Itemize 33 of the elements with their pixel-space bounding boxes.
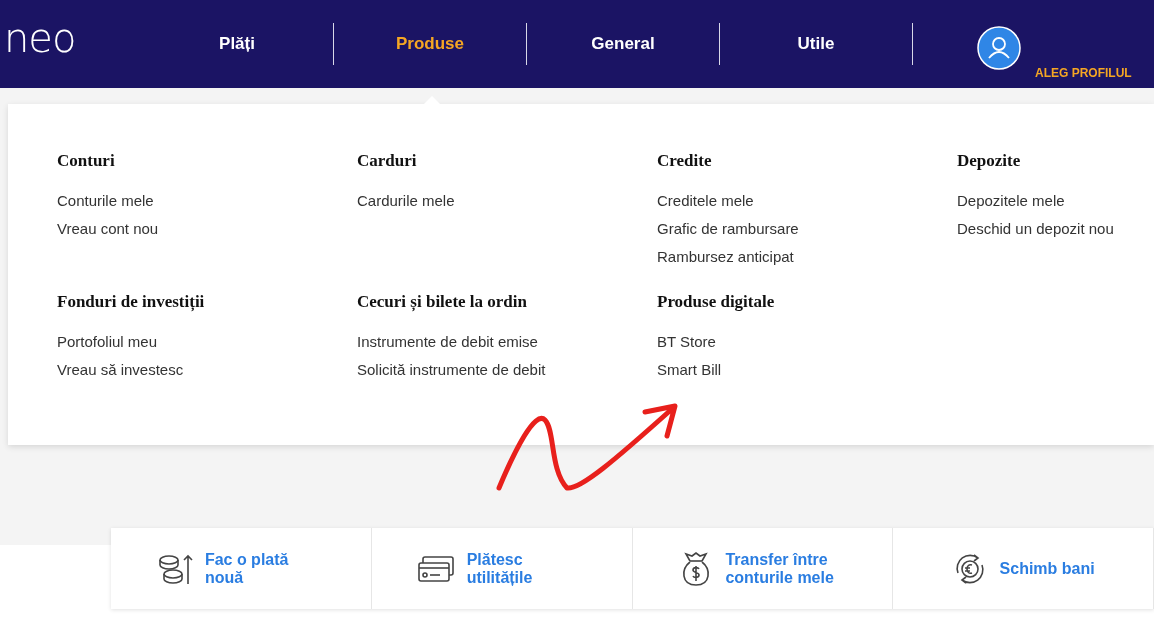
- section-heading: Produse digitale: [657, 292, 775, 312]
- menu-link[interactable]: Vreau cont nou: [57, 215, 159, 243]
- menu-link[interactable]: Solicită instrumente de debit: [357, 356, 546, 384]
- avatar-icon[interactable]: [977, 26, 1021, 70]
- section-heading: Conturi: [57, 151, 115, 171]
- section-heading: Depozite: [957, 151, 1021, 171]
- menu-link[interactable]: Grafic de rambursare: [657, 215, 799, 243]
- menu-link[interactable]: Conturile mele: [57, 187, 154, 215]
- profile-link[interactable]: ALEG PROFILUL: [1035, 66, 1132, 80]
- menu-link[interactable]: Smart Bill: [657, 356, 722, 384]
- section-heading: Credite: [657, 151, 712, 171]
- nav-tab[interactable]: Plăți: [141, 34, 333, 54]
- menu-link[interactable]: Cardurile mele: [357, 187, 455, 215]
- menu-link[interactable]: Rambursez anticipat: [657, 243, 794, 271]
- quick-action[interactable]: Schimb bani: [893, 528, 1154, 609]
- menu-link[interactable]: Vreau să investesc: [57, 356, 184, 384]
- nav-tab[interactable]: General: [527, 34, 719, 54]
- section-heading: Fonduri de investiții: [57, 292, 205, 312]
- quick-action[interactable]: Fac o plată nouă: [111, 528, 372, 609]
- section-heading: Cecuri și bilete la ordin: [357, 292, 527, 312]
- menu-link[interactable]: Portofoliul meu: [57, 328, 158, 356]
- section-heading: Carduri: [357, 151, 417, 171]
- quick-action[interactable]: Transfer între conturile mele: [632, 528, 894, 609]
- credit-card-icon: [416, 554, 455, 583]
- logo[interactable]: neo: [0, 15, 141, 61]
- menu-link[interactable]: BT Store: [657, 328, 716, 356]
- nav-tab[interactable]: Utile: [720, 34, 912, 54]
- menu-link[interactable]: Instrumente de debit emise: [357, 328, 538, 356]
- menu-link[interactable]: Deschid un depozit nou: [957, 215, 1114, 243]
- nav-tab[interactable]: Produse: [334, 34, 526, 54]
- quick-action[interactable]: Plătesc utilitățile: [371, 528, 633, 609]
- menu-link[interactable]: Creditele mele: [657, 187, 754, 215]
- menu-link[interactable]: Depozitele mele: [957, 187, 1065, 215]
